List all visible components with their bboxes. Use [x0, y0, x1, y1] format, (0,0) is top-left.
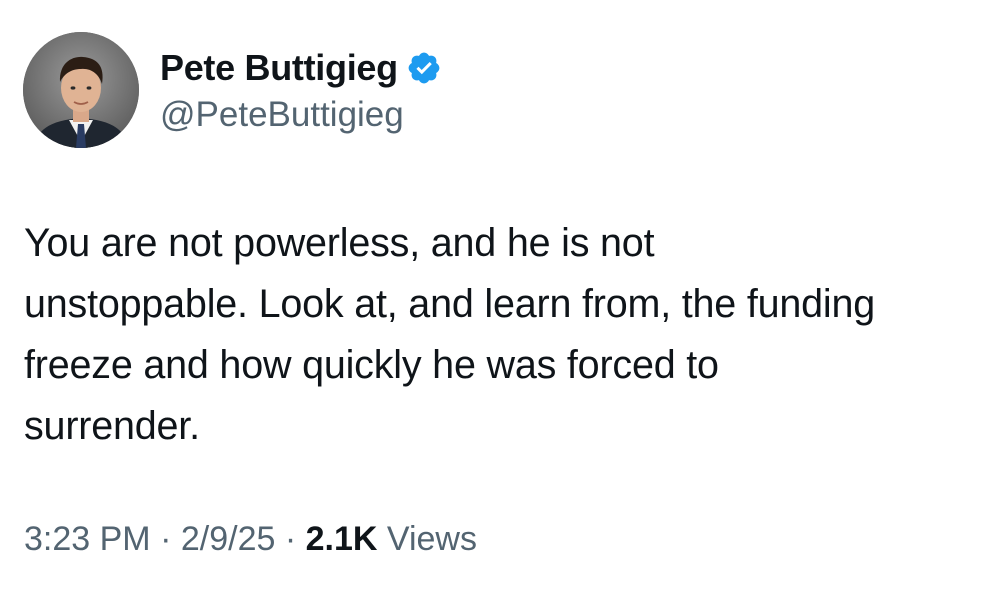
tweet-text-line: surrender.	[24, 404, 200, 448]
tweet-text: You are not powerless, and he is not uns…	[24, 213, 999, 457]
author-name-row: Pete Buttigieg	[160, 44, 442, 92]
views-count[interactable]: 2.1K	[306, 520, 378, 558]
profile-photo-icon	[23, 32, 139, 148]
tweet-text-line: freeze and how quickly he was forced to	[24, 343, 719, 387]
tweet-text-line: You are not powerless, and he is not	[24, 221, 655, 265]
author-display-name[interactable]: Pete Buttigieg	[160, 47, 398, 89]
avatar[interactable]	[23, 32, 139, 148]
tweet-meta: 3:23 PM · 2/9/25 · 2.1K Views	[24, 520, 477, 559]
tweet-card: Pete Buttigieg @PeteButtigieg You are no…	[0, 0, 1000, 599]
tweet-text-line: unstoppable. Look at, and learn from, th…	[24, 282, 876, 326]
meta-separator: ·	[284, 520, 297, 558]
tweet-time[interactable]: 3:23 PM	[24, 520, 151, 558]
views-label: Views	[386, 520, 477, 558]
verified-badge-icon[interactable]	[406, 50, 442, 86]
author-handle[interactable]: @PeteButtigieg	[160, 95, 404, 135]
meta-separator: ·	[160, 520, 172, 558]
tweet-date[interactable]: 2/9/25	[181, 520, 276, 558]
